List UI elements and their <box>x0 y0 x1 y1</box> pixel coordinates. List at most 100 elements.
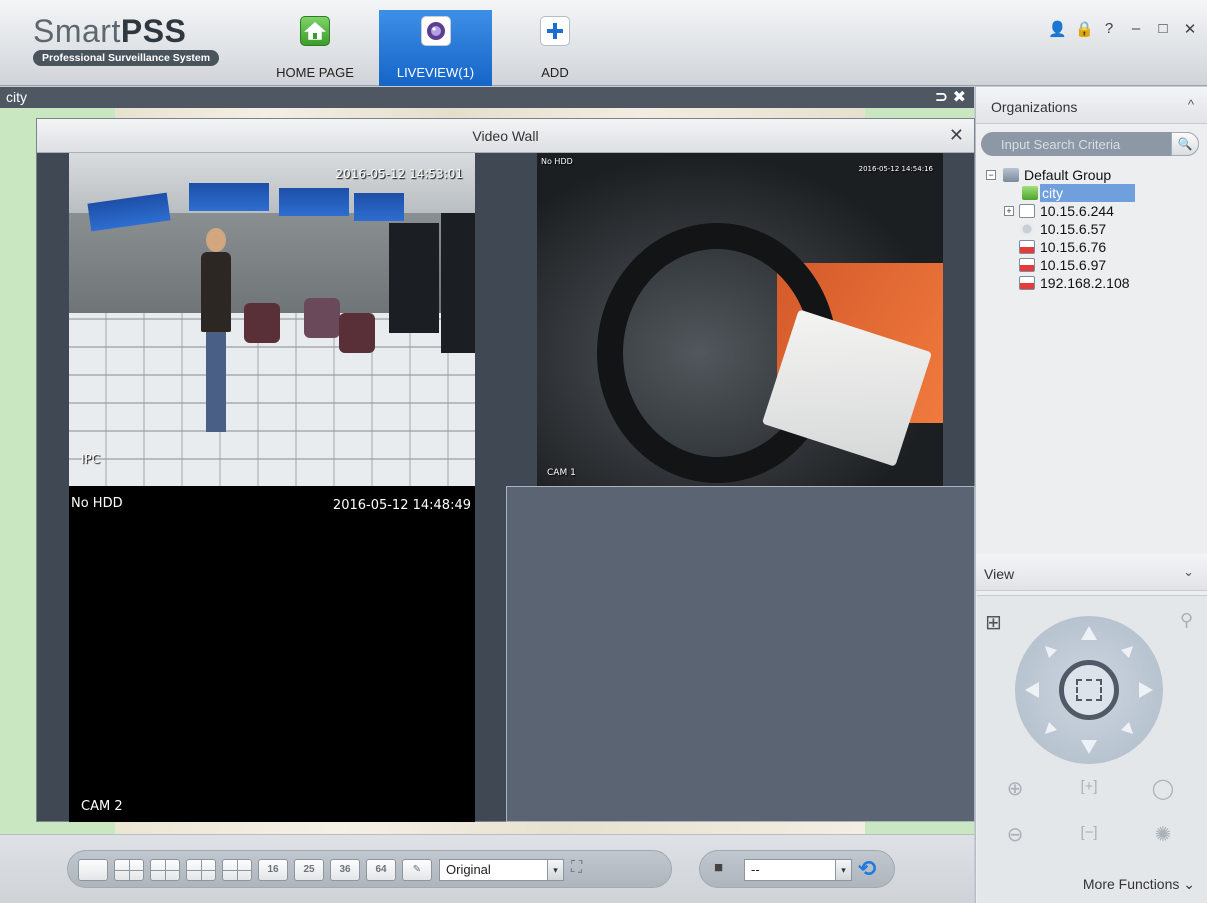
tree-node-device[interactable]: 10.15.6.57 <box>986 220 1206 238</box>
map-controls: ⊃ ✖ <box>935 87 966 107</box>
layout-25-button[interactable]: 25 <box>294 859 324 881</box>
video-cell[interactable]: No HDD 2016-05-12 14:54:16 CAM 1 <box>537 153 943 486</box>
layout-4-button[interactable] <box>114 859 144 881</box>
tree-label: 10.15.6.244 <box>1040 203 1114 219</box>
close-icon[interactable]: ✖ <box>953 89 966 106</box>
app-logo: SmartPSS Professional Surveillance Syste… <box>33 14 233 66</box>
camera-icon <box>420 16 451 46</box>
custom-layout-button[interactable]: ✎ <box>402 859 432 881</box>
tree-label: 192.168.2.108 <box>1040 275 1130 291</box>
zoom-area-button[interactable] <box>1059 660 1119 720</box>
video-cell[interactable]: No HDD 2016-05-12 14:48:49 CAM 2 <box>69 486 475 822</box>
video-wall-header[interactable]: Video Wall ✕ <box>37 119 974 153</box>
tree-label: 10.15.6.57 <box>1040 221 1107 237</box>
tab-label: HOME PAGE <box>276 65 354 80</box>
fullscreen-icon[interactable]: ⛶ <box>571 859 582 877</box>
video-timestamp: 2016-05-12 14:54:16 <box>858 165 933 173</box>
layout-9-button[interactable] <box>222 859 252 881</box>
layout-36-button[interactable]: 36 <box>330 859 360 881</box>
video-timestamp: 2016-05-12 14:48:49 <box>332 498 471 513</box>
collapse-icon[interactable]: − <box>986 170 996 180</box>
window-controls: 👤 🔒 ? – □ ✕ <box>1048 20 1197 38</box>
iris-close-icon[interactable]: ✺ <box>1149 822 1177 847</box>
view-header[interactable]: View ⌄ <box>976 554 1207 591</box>
tree-node-default-group[interactable]: − Default Group <box>986 166 1206 184</box>
dvr-offline-icon <box>1019 258 1035 272</box>
chevron-up-icon: ^ <box>1187 97 1194 112</box>
tree-node-device[interactable]: 10.15.6.76 <box>986 238 1206 256</box>
dvr-offline-icon <box>1019 240 1035 254</box>
zoom-in-icon[interactable]: ⊕ <box>1001 776 1029 801</box>
tree-node-device[interactable]: + 10.15.6.244 <box>986 202 1206 220</box>
video-status: No HDD <box>541 157 573 166</box>
right-panel: Organizations ^ 🔍 − Default Group city +… <box>975 87 1207 903</box>
search-input[interactable] <box>981 132 1171 156</box>
ptz-direction-pad[interactable] <box>1015 616 1163 764</box>
minimize-icon[interactable]: – <box>1129 20 1143 38</box>
video-wall-title: Video Wall <box>472 128 539 144</box>
organizations-header[interactable]: Organizations ^ <box>976 87 1207 124</box>
ipc-online-icon <box>1019 222 1035 236</box>
logo-subtitle: Professional Surveillance System <box>33 50 220 66</box>
home-icon <box>300 16 330 46</box>
tab-add[interactable]: ADD <box>520 10 590 86</box>
layout-1-button[interactable] <box>78 859 108 881</box>
maximize-icon[interactable]: □ <box>1156 20 1170 38</box>
search-icon[interactable]: 🔍 <box>1171 132 1199 156</box>
tree-label: city <box>1040 184 1135 202</box>
search-box: 🔍 <box>981 132 1199 156</box>
tab-home-page[interactable]: HOME PAGE <box>262 10 368 86</box>
map-tile <box>115 820 865 834</box>
dvr-icon <box>1019 204 1035 218</box>
device-tree: − Default Group city + 10.15.6.244 10.15… <box>986 166 1206 292</box>
lock-icon[interactable]: 🔒 <box>1075 20 1094 38</box>
tree-node-device[interactable]: 192.168.2.108 <box>986 274 1206 292</box>
bottom-toolbar: 16 25 36 64 ✎ Original ▾ ⛶ ■ -- ▾ ⟲ <box>0 834 974 903</box>
video-cell[interactable]: 2016-05-12 14:53:01 IPC <box>69 153 475 486</box>
more-functions-button[interactable]: More Functions ⌄ <box>1083 876 1195 893</box>
person <box>201 228 231 438</box>
help-icon[interactable]: ? <box>1102 20 1116 38</box>
video-status: No HDD <box>71 496 123 511</box>
refresh-icon[interactable]: ⟲ <box>858 856 876 882</box>
iris-open-icon[interactable]: ◯ <box>1149 776 1177 801</box>
map-title: city <box>6 89 27 105</box>
chevron-down-icon: ⌄ <box>1183 564 1194 579</box>
video-wall-window: Video Wall ✕ 2016-05-12 14:53:01 IPC No … <box>36 118 975 822</box>
expand-icon[interactable]: + <box>1004 206 1014 216</box>
video-channel-name: IPC <box>81 452 101 466</box>
aspect-ratio-select[interactable]: Original ▾ <box>439 859 564 881</box>
close-icon[interactable]: ✕ <box>1183 20 1197 38</box>
close-icon[interactable]: ✕ <box>949 125 964 146</box>
person-icon[interactable]: ⚲ <box>1180 610 1193 631</box>
tree-node-city[interactable]: city <box>986 184 1206 202</box>
focus-near-icon[interactable]: [+] <box>1075 778 1103 795</box>
logo-wordmark: SmartPSS <box>33 13 187 49</box>
dvr-offline-icon <box>1019 276 1035 290</box>
tree-label: Default Group <box>1024 167 1112 183</box>
layout-64-button[interactable]: 64 <box>366 859 396 881</box>
view-select[interactable]: -- ▾ <box>744 859 852 881</box>
tree-node-device[interactable]: 10.15.6.97 <box>986 256 1206 274</box>
video-cell-empty[interactable] <box>506 486 975 822</box>
save-icon[interactable]: ■ <box>714 859 723 876</box>
video-channel-name: CAM 2 <box>81 799 123 814</box>
video-channel-name: CAM 1 <box>547 468 576 478</box>
layout-toolbar: 16 25 36 64 ✎ Original ▾ ⛶ <box>67 850 672 888</box>
layout-16-button[interactable]: 16 <box>258 859 288 881</box>
title-bar: SmartPSS Professional Surveillance Syste… <box>0 0 1207 86</box>
back-icon[interactable]: ⊃ <box>935 89 948 106</box>
layout-8-button[interactable] <box>186 859 216 881</box>
layout-6-button[interactable] <box>150 859 180 881</box>
user-icon[interactable]: 👤 <box>1048 20 1067 38</box>
focus-far-icon[interactable]: [−] <box>1075 824 1103 841</box>
zoom-out-icon[interactable]: ⊖ <box>1001 822 1029 847</box>
magnifier-icon <box>1076 679 1102 701</box>
tab-liveview[interactable]: LIVEVIEW(1) <box>379 10 492 86</box>
plus-icon <box>540 16 570 46</box>
chevron-down-icon: ▾ <box>835 860 851 880</box>
grid-icon[interactable]: ⊞ <box>985 610 1002 635</box>
map-icon <box>1022 186 1038 200</box>
select-value: Original <box>446 862 491 877</box>
tab-label: LIVEVIEW(1) <box>396 65 475 80</box>
